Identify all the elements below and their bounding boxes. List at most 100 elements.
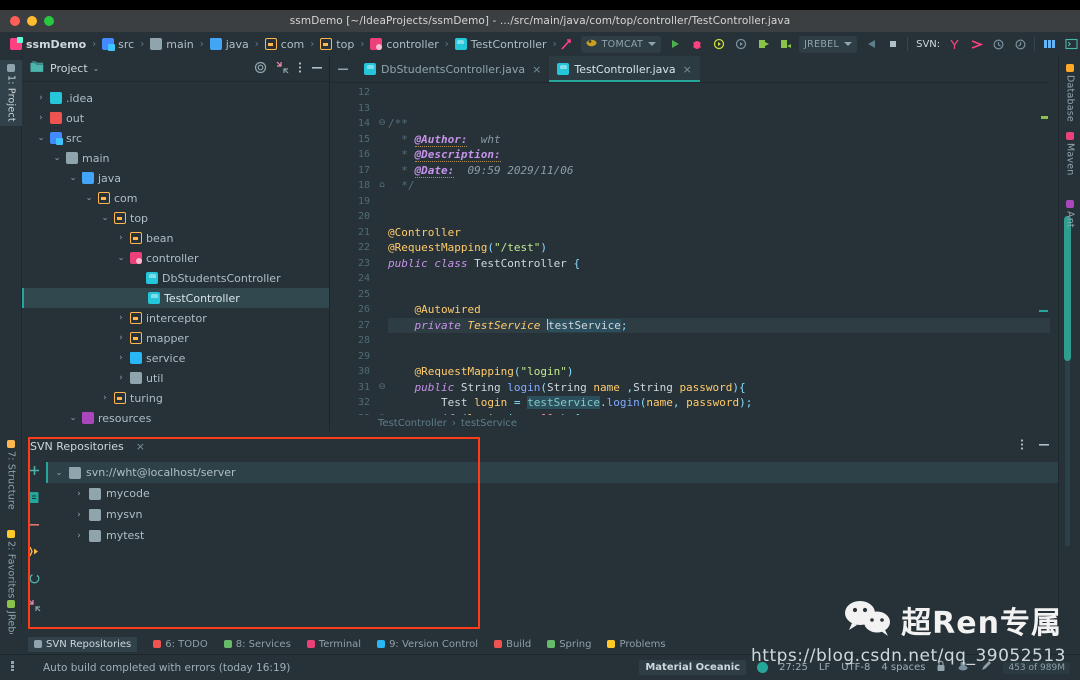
project-tree-item[interactable]: › interceptor [22, 308, 329, 328]
project-tree-item[interactable]: ⌄ resources [22, 408, 329, 428]
code-line[interactable]: @RequestMapping("/test") [388, 240, 1050, 256]
svn-repository-tree[interactable]: ⌄ svn://wht@localhost/server › mycode › mysvn… [46, 458, 1058, 624]
code-line[interactable]: * @Description: [388, 147, 1050, 163]
bottom-tool-tab-versioncontrol[interactable]: 9: Version Control [377, 639, 478, 650]
editor-breadcrumb-item[interactable]: TestController [378, 418, 447, 429]
code-line[interactable]: /** [388, 116, 1050, 132]
breadcrumb[interactable]: ssmDemo › src › main › java › com › top › controller… [8, 37, 559, 51]
chevron-right-icon[interactable]: › [116, 233, 126, 243]
chevron-right-icon[interactable]: › [116, 353, 126, 363]
project-tree[interactable]: › .idea › out ⌄ src ⌄ main ⌄ java ⌄ com ⌄ top › bean ⌄ co… [22, 82, 329, 428]
chevron-down-icon[interactable]: ⌄ [68, 173, 78, 183]
history-icon[interactable] [1012, 36, 1028, 52]
left-tool-tab-favorites[interactable]: 2: Favorites [0, 526, 22, 603]
chevron-down-icon[interactable]: ⌄ [84, 193, 94, 203]
chevron-down-icon[interactable]: ⌄ [52, 153, 62, 163]
code-line[interactable] [388, 194, 1050, 210]
maximize-window-button[interactable] [44, 16, 54, 26]
stop-icon[interactable] [885, 36, 901, 52]
bottom-tool-tab-build[interactable]: Build [494, 639, 531, 650]
chevron-right-icon[interactable]: › [36, 93, 46, 103]
breadcrumb-item-controller[interactable]: controller [368, 38, 440, 51]
pencil-icon[interactable] [980, 660, 992, 675]
remove-repository-icon[interactable] [28, 518, 41, 534]
theme-indicator[interactable]: Material Oceanic [639, 660, 747, 675]
chevron-down-icon[interactable]: ⌄ [68, 413, 78, 423]
more-options-icon[interactable] [298, 61, 302, 77]
chevron-right-icon[interactable]: › [116, 333, 126, 343]
rollback-icon[interactable] [990, 36, 1006, 52]
bottom-tool-window-bar[interactable]: SVN Repositories 6: TODO 8: Services Termin… [0, 634, 1080, 654]
code-fold-toggle[interactable]: ⌂ [376, 178, 388, 194]
code-line[interactable]: */ [388, 178, 1050, 194]
line-separator[interactable]: LF [819, 662, 830, 673]
code-line[interactable]: @Controller [388, 225, 1050, 241]
close-tab-icon[interactable]: × [532, 63, 541, 76]
window-controls[interactable] [10, 16, 54, 26]
file-encoding[interactable]: UTF-8 [841, 662, 870, 673]
caret-position[interactable]: 27:25 [779, 662, 808, 673]
bottom-tool-tab-terminal[interactable]: Terminal [306, 639, 361, 650]
jrebel-debug-icon[interactable] [777, 36, 793, 52]
project-tree-item[interactable]: DbStudentsController [22, 268, 329, 288]
fold-gutter[interactable]: ⊖⌂⊖⊖ [376, 83, 388, 431]
left-tool-tab-project[interactable]: 1: Project [0, 60, 22, 126]
chevron-down-icon[interactable] [844, 42, 853, 46]
code-editor[interactable]: 12 13 14 15 16 17 18 19 20 21 22 23 24 25 26 27 28 29 30 31… [330, 83, 1050, 431]
target-icon[interactable] [254, 61, 267, 77]
code-line[interactable] [388, 333, 1050, 349]
project-tree-item[interactable]: › bean [22, 228, 329, 248]
minimize-window-button[interactable] [27, 16, 37, 26]
collapse-all-icon[interactable] [28, 599, 41, 615]
more-options-icon[interactable] [1020, 438, 1024, 454]
jrebel-arrow-icon[interactable] [559, 36, 575, 52]
right-tool-tab-database[interactable]: Database [1059, 60, 1080, 126]
breadcrumb-item-testcontroller[interactable]: TestController [453, 38, 549, 51]
project-tree-item[interactable]: › service [22, 348, 329, 368]
code-line[interactable]: public class TestController { [388, 256, 1050, 272]
chevron-right-icon[interactable]: › [74, 531, 84, 541]
svn-tree-item[interactable]: › mytest [46, 525, 1058, 546]
lock-icon[interactable] [936, 660, 946, 675]
editor-tab-testcontroller-java[interactable]: TestController.java × [549, 56, 700, 82]
memory-indicator[interactable]: 453 of 989M [1003, 661, 1070, 674]
breadcrumb-item-java[interactable]: java [208, 38, 251, 51]
chevron-down-icon[interactable]: ⌄ [116, 253, 126, 263]
project-tree-item[interactable]: › util [22, 368, 329, 388]
bottom-tool-tab-services[interactable]: 8: Services [223, 639, 291, 650]
breadcrumb-item-com[interactable]: com [263, 38, 307, 51]
close-icon[interactable]: × [136, 440, 145, 453]
code-fold-toggle[interactable]: ⊖ [376, 380, 388, 396]
project-tree-item[interactable]: ⌄ controller [22, 248, 329, 268]
code-line[interactable] [388, 349, 1050, 365]
svn-tree-item[interactable]: › mysvn [46, 504, 1058, 525]
breadcrumb-item-src[interactable]: src [100, 38, 136, 51]
code-content[interactable]: /** * @Author: wht * @Description: * @Da… [388, 83, 1050, 431]
chevron-right-icon[interactable]: › [74, 510, 84, 520]
debug-icon[interactable] [689, 36, 705, 52]
code-line[interactable]: @RequestMapping("login") [388, 364, 1050, 380]
chevron-right-icon[interactable]: › [36, 113, 46, 123]
chevron-right-icon[interactable]: › [74, 489, 84, 499]
svn-update-icon[interactable] [946, 36, 962, 52]
code-line[interactable] [388, 101, 1050, 117]
run-configuration-selector[interactable]: TOMCAT [580, 35, 662, 53]
code-line[interactable] [388, 209, 1050, 225]
left-tool-tab-structure[interactable]: 7: Structure [0, 436, 22, 514]
run-coverage-icon[interactable] [711, 36, 727, 52]
code-line[interactable]: * @Date: 09:59 2029/11/06 [388, 163, 1050, 179]
bottom-tool-tab-svnrepositories[interactable]: SVN Repositories [28, 636, 138, 652]
code-line[interactable] [388, 85, 1050, 101]
code-fold-toggle[interactable]: ⊖ [376, 116, 388, 132]
editor-tabs[interactable]: DbStudentsController.java × TestController… [356, 56, 700, 82]
right-tool-tab-ant[interactable]: Ant [1059, 196, 1080, 232]
profile-icon[interactable] [733, 36, 749, 52]
collapse-all-icon[interactable] [276, 61, 289, 77]
status-toggle-icon[interactable] [10, 660, 21, 675]
bottom-tool-tab-todo[interactable]: 6: TODO [153, 639, 208, 650]
chevron-right-icon[interactable]: › [116, 313, 126, 323]
project-tree-item[interactable]: TestController [22, 288, 329, 308]
editor-tab-dbstudentscontroller-java[interactable]: DbStudentsController.java × [356, 56, 549, 82]
project-tree-item[interactable]: › mapper [22, 328, 329, 348]
code-line[interactable]: public String login(String name ,String … [388, 380, 1050, 396]
